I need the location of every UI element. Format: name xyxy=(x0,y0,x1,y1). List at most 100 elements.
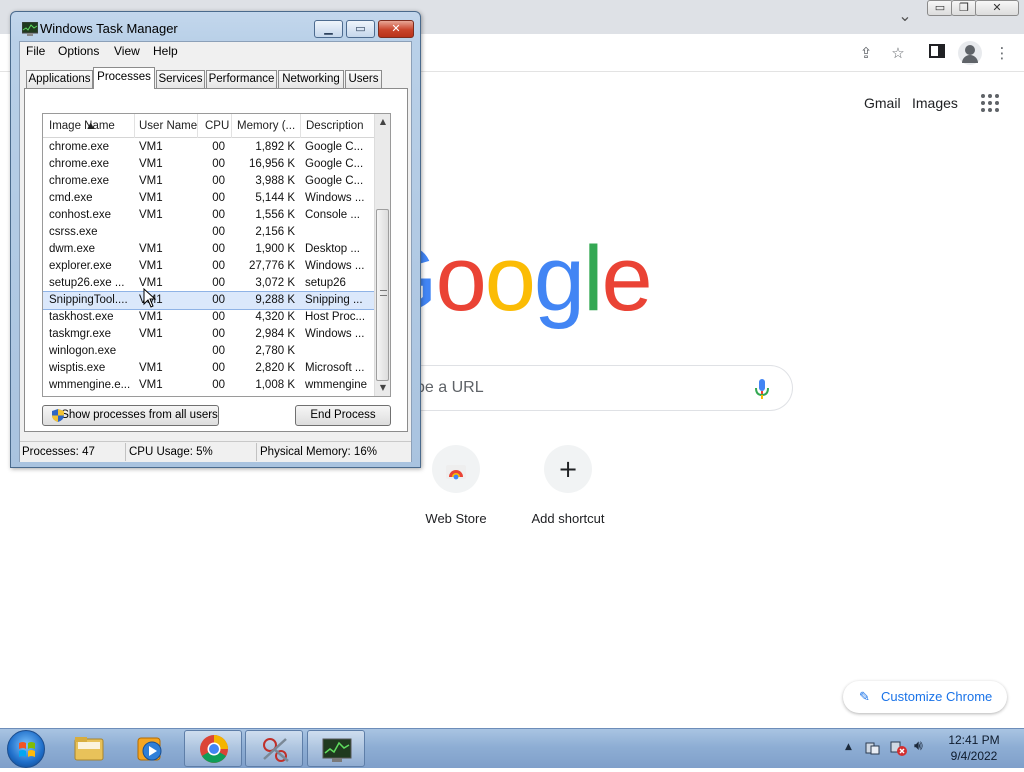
start-button[interactable] xyxy=(7,730,45,768)
plus-icon: + xyxy=(544,445,592,493)
column-memory[interactable]: Memory (... xyxy=(237,120,301,132)
scrollbar-thumb[interactable] xyxy=(376,209,389,381)
process-cpu: 00 xyxy=(212,294,225,306)
tab-applications[interactable]: Applications xyxy=(26,70,93,88)
menu-options[interactable]: Options xyxy=(58,44,99,58)
process-name: winlogon.exe xyxy=(49,345,117,357)
process-user: VM1 xyxy=(139,243,163,255)
status-physical-memory: Physical Memory: 16% xyxy=(260,446,377,458)
shortcut-add[interactable]: + Add shortcut xyxy=(518,445,618,526)
customize-chrome-button[interactable]: ✎ Customize Chrome xyxy=(843,681,1007,713)
taskbar-media-player[interactable] xyxy=(122,730,180,767)
menu-help[interactable]: Help xyxy=(153,44,178,58)
chrome-restore-button[interactable]: ❐ xyxy=(951,0,977,16)
tab-processes[interactable]: Processes xyxy=(93,67,155,89)
process-list[interactable]: ▲ Image Name User Name CPU Memory (... D… xyxy=(42,113,391,397)
table-row[interactable]: dwm.exe VM1 00 1,900 K Desktop ... xyxy=(43,241,376,258)
tab-networking[interactable]: Networking xyxy=(278,70,344,88)
profile-avatar[interactable] xyxy=(958,41,982,65)
shortcut-label: Add shortcut xyxy=(531,511,605,526)
process-description: Desktop ... xyxy=(305,243,360,255)
process-memory: 9,288 K xyxy=(255,294,295,306)
process-name: wisptis.exe xyxy=(49,362,106,374)
table-row[interactable]: chrome.exe VM1 00 3,988 K Google C... xyxy=(43,173,376,190)
process-name: conhost.exe xyxy=(49,209,112,221)
scissors-icon xyxy=(263,738,289,762)
vertical-scrollbar[interactable]: ▲ ▼ xyxy=(374,114,390,396)
table-row-selected[interactable]: SnippingTool....VM1009,288 KSnipping ... xyxy=(43,291,377,310)
table-row[interactable]: taskmgr.exe VM1 00 2,984 K Windows ... xyxy=(43,326,376,343)
close-button[interactable]: ✕ xyxy=(378,20,414,38)
process-name: taskhost.exe xyxy=(49,311,114,323)
column-image-name[interactable]: Image Name xyxy=(49,120,135,132)
tab-services[interactable]: Services xyxy=(156,70,205,88)
maximize-button[interactable]: ▭ xyxy=(346,20,375,38)
images-link[interactable]: Images xyxy=(912,95,958,111)
volume-icon[interactable]: 🔊︎ xyxy=(914,738,923,754)
tab-search-chevron-icon[interactable]: ⌄ xyxy=(895,6,915,26)
process-description: Windows ... xyxy=(305,192,365,204)
process-description: setup26 xyxy=(305,277,346,289)
process-name: chrome.exe xyxy=(49,141,110,153)
process-memory: 2,984 K xyxy=(255,328,295,340)
microphone-icon[interactable] xyxy=(754,378,770,400)
table-row[interactable]: wisptis.exe VM1 00 2,820 K Microsoft ... xyxy=(43,360,376,377)
gmail-link[interactable]: Gmail xyxy=(864,95,901,111)
table-row[interactable]: setup26.exe ... VM1 00 3,072 Ksetup26 xyxy=(43,275,376,292)
windows-logo-icon xyxy=(19,742,35,757)
process-cpu: 00 xyxy=(212,277,225,289)
taskbar-explorer[interactable] xyxy=(60,730,118,767)
tab-performance[interactable]: Performance xyxy=(206,70,277,88)
process-memory: 2,156 K xyxy=(255,226,295,238)
process-name: chrome.exe xyxy=(49,175,110,187)
process-memory: 2,780 K xyxy=(255,345,295,357)
chrome-close-button[interactable]: ✕ xyxy=(975,0,1019,16)
search-box[interactable]: pe a URL xyxy=(390,365,793,411)
table-row[interactable]: taskhost.exe VM1 00 4,320 K Host Proc... xyxy=(43,309,376,326)
chrome-minimize-button[interactable]: ▭ xyxy=(927,0,953,16)
process-cpu: 00 xyxy=(212,175,225,187)
show-all-processes-button[interactable]: Show processes from all users xyxy=(42,405,219,426)
google-apps-icon[interactable] xyxy=(981,94,999,112)
process-user: VM1 xyxy=(139,311,163,323)
network-disconnected-icon[interactable] xyxy=(890,740,908,756)
process-memory: 1,008 K xyxy=(255,379,295,391)
process-memory: 3,072 K xyxy=(255,277,295,289)
table-row[interactable]: explorer.exe VM1 00 27,776 K Windows ... xyxy=(43,258,376,275)
column-description[interactable]: Description xyxy=(306,120,376,132)
scroll-up-arrow-icon[interactable]: ▲ xyxy=(375,114,390,130)
table-row[interactable]: csrss.exe 00 2,156 K xyxy=(43,224,376,241)
action-center-flag-icon[interactable] xyxy=(865,740,881,756)
process-cpu: 00 xyxy=(212,192,225,204)
media-player-icon xyxy=(137,737,162,761)
kebab-menu-icon[interactable]: ⋮ xyxy=(991,43,1013,63)
shortcut-web-store[interactable]: Web Store xyxy=(406,445,506,526)
table-row[interactable]: conhost.exe VM1 00 1,556 K Console ... xyxy=(43,207,376,224)
process-cpu: 00 xyxy=(212,311,225,323)
bookmark-star-icon[interactable]: ☆ xyxy=(887,43,909,63)
scroll-down-arrow-icon[interactable]: ▼ xyxy=(375,380,390,396)
system-clock[interactable]: 12:41 PM 9/4/2022 xyxy=(934,732,1014,764)
table-row[interactable]: chrome.exe VM1 00 1,892 K Google C... xyxy=(43,139,376,156)
tab-users[interactable]: Users xyxy=(345,70,382,88)
side-panel-icon[interactable] xyxy=(926,43,948,63)
process-name: dwm.exe xyxy=(49,243,96,255)
table-row[interactable]: chrome.exe VM1 00 16,956 K Google C... xyxy=(43,156,376,173)
process-name: wmmengine.e... xyxy=(49,379,131,391)
table-row[interactable]: cmd.exe VM1 00 5,144 K Windows ... xyxy=(43,190,376,207)
minimize-button[interactable]: ▁ xyxy=(314,20,343,38)
process-description: Google C... xyxy=(305,141,364,153)
column-cpu[interactable]: CPU xyxy=(205,120,231,132)
taskbar-snipping-tool[interactable] xyxy=(245,730,303,767)
table-row[interactable]: winlogon.exe 00 2,780 K xyxy=(43,343,376,360)
taskbar-chrome[interactable] xyxy=(184,730,242,767)
show-hidden-icons-arrow[interactable]: ▲ xyxy=(845,742,852,752)
end-process-button[interactable]: End Process xyxy=(295,405,391,426)
menu-file[interactable]: File xyxy=(26,44,45,58)
share-icon[interactable]: ⇪ xyxy=(855,43,877,63)
column-user-name[interactable]: User Name xyxy=(139,120,197,132)
table-row[interactable]: wmmengine.e... VM1 00 1,008 K wmmengine xyxy=(43,377,376,394)
menu-view[interactable]: View xyxy=(114,44,140,58)
uac-shield-icon xyxy=(52,409,64,422)
taskbar-task-manager[interactable] xyxy=(307,730,365,767)
